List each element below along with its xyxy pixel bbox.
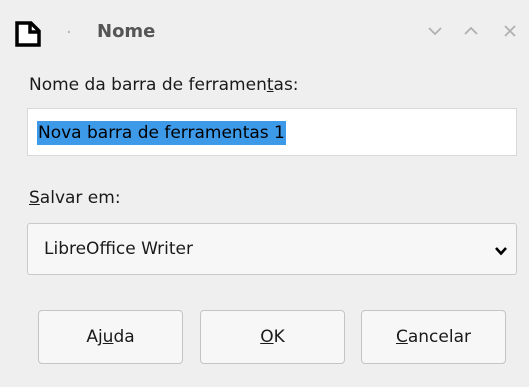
save-in-select[interactable]: LibreOffice Writer (27, 223, 517, 275)
close-icon (504, 25, 516, 37)
help-button[interactable]: Aj u da (38, 310, 183, 364)
toolbar-name-label: Nome da barra de ferramentas: (29, 75, 299, 95)
chevron-down-icon (428, 27, 442, 36)
window-title: Nome (97, 21, 156, 42)
save-in-selected-value: LibreOffice Writer (44, 239, 193, 259)
chevron-up-icon (464, 26, 478, 35)
ok-button[interactable]: OK (200, 310, 345, 364)
save-in-label: Salvar em: (29, 188, 121, 208)
toolbar-name-selected-text: Nova barra de ferramentas 1 (37, 121, 286, 145)
minimize-button[interactable] (426, 22, 444, 40)
chevron-down-icon (494, 243, 508, 257)
cancel-button[interactable]: Cancelar (361, 310, 506, 364)
title-bar: · Nome (0, 0, 529, 60)
toolbar-name-input[interactable]: Nova barra de ferramentas 1 (27, 108, 517, 156)
close-button[interactable] (501, 22, 519, 40)
document-icon (14, 20, 42, 48)
title-separator: · (66, 22, 72, 43)
maximize-button[interactable] (462, 22, 480, 40)
